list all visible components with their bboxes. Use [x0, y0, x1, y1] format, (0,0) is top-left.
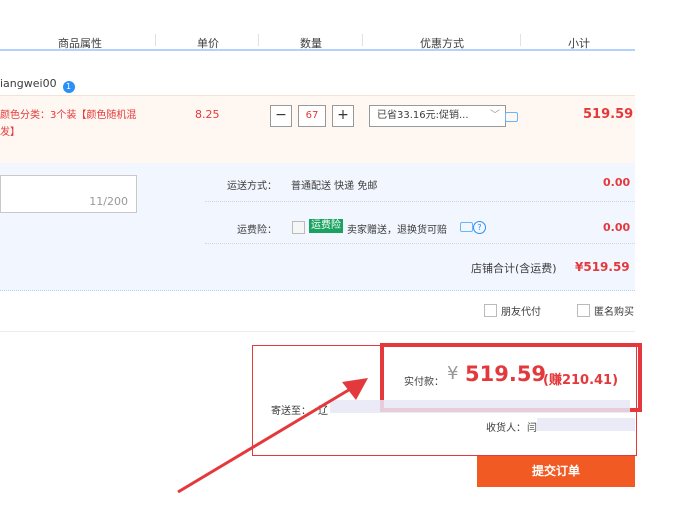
col-divider [362, 34, 363, 46]
qty-minus-button[interactable]: − [270, 105, 292, 127]
col-unit-price: 单价 [197, 37, 219, 50]
comment-icon[interactable] [460, 222, 473, 232]
friend-pay-label: 朋友代付 [501, 307, 541, 318]
qty-plus-button[interactable]: + [332, 105, 354, 127]
insurance-checkbox[interactable] [292, 221, 305, 234]
receiver-value: 闫 [527, 423, 537, 434]
col-divider [520, 34, 521, 46]
chat-icon[interactable]: 1 [62, 81, 75, 93]
divider [205, 243, 635, 244]
insurance-label: 运费险： [237, 225, 277, 236]
item-attributes: 颜色分类：3个装【颜色随机混 发】 [0, 107, 160, 141]
shop-total-value: ¥519.59 [575, 260, 630, 274]
friend-pay-checkbox[interactable] [484, 304, 497, 317]
quantity-stepper: − 67 + [270, 105, 355, 127]
comment-icon[interactable] [505, 112, 518, 122]
arrow-head [342, 378, 368, 400]
currency-symbol: ¥ [447, 363, 459, 384]
buyer-message-input[interactable]: 11/200 [0, 175, 137, 213]
earn-value: (赚210.41) [543, 373, 619, 388]
insurance-tag: 运费险 [309, 219, 343, 233]
item-subtotal: 519.59 [583, 107, 634, 122]
insurance-fee: 0.00 [603, 221, 631, 234]
divider [0, 331, 635, 332]
insurance-desc: 卖家赠送，退换货可赔 [347, 225, 447, 236]
col-attributes: 商品属性 [58, 37, 102, 50]
shipping-method-label: 运送方式： [227, 181, 277, 192]
seller-row: iangwei00 1 [0, 77, 75, 93]
help-icon[interactable]: ? [473, 221, 486, 234]
col-subtotal: 小计 [568, 37, 590, 50]
table-header: 商品属性 单价 数量 优惠方式 小计 [0, 27, 635, 51]
shipping-fee: 0.00 [603, 176, 631, 189]
item-attr-line: 颜色分类：3个装【颜色随机混 [0, 110, 137, 121]
anonymous-checkbox[interactable] [577, 304, 590, 317]
item-attr-line: 发】 [0, 127, 20, 138]
qty-input[interactable]: 67 [298, 105, 326, 127]
submit-order-button[interactable]: 提交订单 [477, 456, 635, 487]
unit-price: 8.25 [195, 108, 220, 121]
message-char-count: 11/200 [89, 195, 128, 208]
arrow-shaft [177, 386, 353, 494]
col-quantity: 数量 [300, 37, 322, 50]
receiver-label: 收货人： [486, 423, 526, 434]
shop-total-label: 店铺合计(含运费) [471, 262, 557, 275]
col-discount: 优惠方式 [420, 37, 464, 50]
chevron-down-icon: ﹀ [490, 110, 500, 121]
anonymous-option[interactable]: 匿名购买 [577, 303, 635, 318]
friend-pay-option[interactable]: 朋友代付 [484, 303, 541, 318]
annotation-arrow [177, 378, 368, 494]
col-divider [155, 34, 156, 46]
col-divider [258, 34, 259, 46]
divider [205, 201, 635, 202]
anonymous-label: 匿名购买 [594, 307, 634, 318]
actual-payment-value: 519.59 [465, 362, 547, 386]
redacted-name [537, 418, 635, 431]
discount-value: 已省33.16元:促销... [377, 110, 469, 121]
actual-payment-label: 实付款： [404, 377, 444, 388]
discount-select[interactable]: 已省33.16元:促销... ﹀ [369, 105, 506, 127]
shipping-method-value: 普通配送 快递 免邮 [291, 181, 378, 192]
seller-name[interactable]: iangwei00 [0, 77, 57, 90]
